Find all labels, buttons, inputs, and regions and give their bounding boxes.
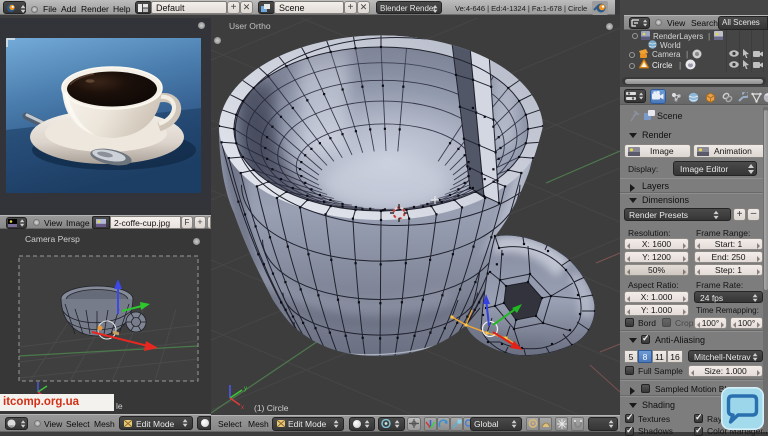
svg-text:y: y <box>244 386 247 392</box>
svg-text:x: x <box>241 405 244 411</box>
